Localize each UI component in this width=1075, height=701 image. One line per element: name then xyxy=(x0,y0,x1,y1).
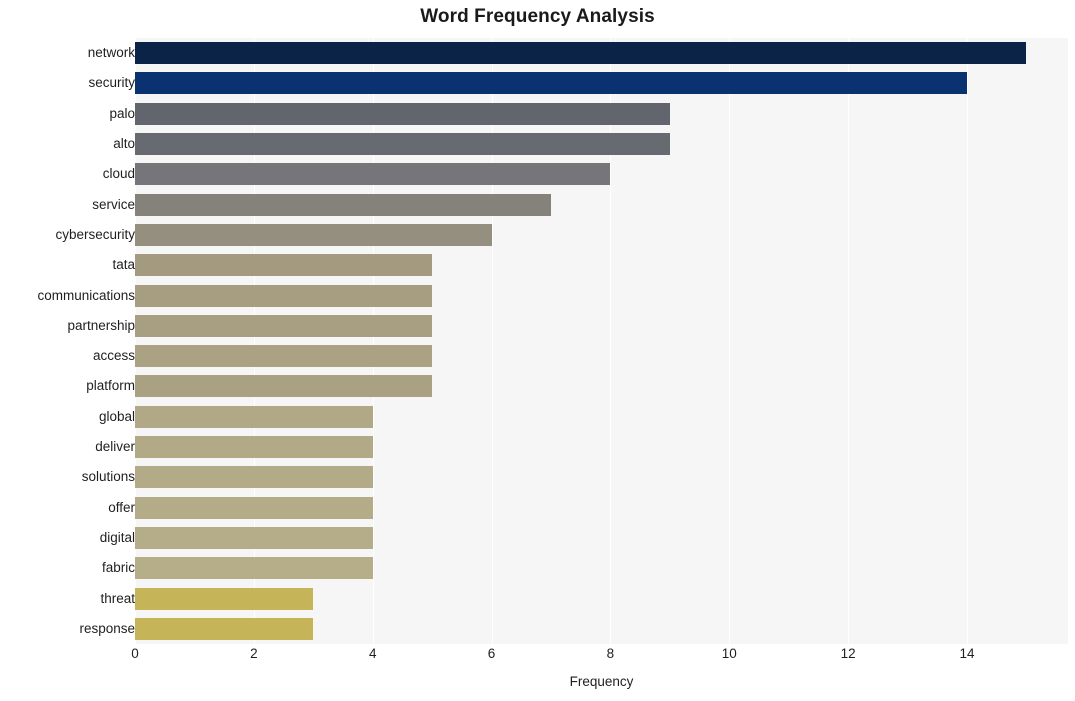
y-tick-label: platform xyxy=(86,378,135,394)
y-tick-label: threat xyxy=(100,590,135,606)
y-tick-label: partnership xyxy=(67,317,135,333)
bar xyxy=(135,526,373,549)
y-tick-label: communications xyxy=(37,287,135,303)
y-tick-label: alto xyxy=(113,136,135,152)
bar xyxy=(135,436,373,459)
y-tick-label: digital xyxy=(99,529,135,545)
x-tick-label: 4 xyxy=(368,646,377,661)
gridline-x-2 xyxy=(253,38,255,644)
bar xyxy=(135,133,670,156)
y-tick-label: fabric xyxy=(101,560,135,576)
y-tick-label: network xyxy=(87,45,135,61)
gridline-x-6 xyxy=(491,38,493,644)
y-tick-label: global xyxy=(98,408,135,424)
x-axis-tick-labels: 0 2 4 6 8 10 12 14 xyxy=(0,644,1075,670)
y-tick-label: deliver xyxy=(95,439,135,455)
y-axis-tick-labels: network security palo alto cloud service cyber… xyxy=(0,38,135,644)
chart-figure: Word Frequency Analysis network security p… xyxy=(0,0,1075,701)
y-tick-label: tata xyxy=(112,257,135,273)
x-axis-title: Frequency xyxy=(569,674,634,689)
gridline-x-8 xyxy=(610,38,612,644)
bar xyxy=(135,102,670,125)
gridline-x-4 xyxy=(372,38,374,644)
x-tick-label: 2 xyxy=(250,646,258,661)
bar xyxy=(135,345,433,368)
y-tick-label: access xyxy=(92,348,135,364)
y-tick-label: security xyxy=(88,75,135,91)
x-tick-label: 10 xyxy=(721,646,737,661)
bar xyxy=(135,72,967,95)
bar xyxy=(135,314,433,337)
bar xyxy=(135,254,433,277)
bar xyxy=(135,42,1027,65)
y-tick-label: solutions xyxy=(81,469,135,485)
bar xyxy=(135,193,551,216)
gridline-x-12 xyxy=(848,38,850,644)
bar xyxy=(135,163,611,186)
chart-title: Word Frequency Analysis xyxy=(420,6,655,27)
y-tick-label: response xyxy=(79,620,135,636)
bar xyxy=(135,223,492,246)
x-tick-label: 6 xyxy=(487,646,496,661)
y-tick-label: service xyxy=(92,196,135,212)
bar xyxy=(135,557,373,580)
gridline-x-0 xyxy=(135,38,136,644)
x-tick-label: 12 xyxy=(840,646,856,661)
bar xyxy=(135,405,373,428)
y-tick-label: palo xyxy=(109,105,135,121)
gridline-x-14 xyxy=(966,38,968,644)
bar xyxy=(135,466,373,489)
y-tick-label: offer xyxy=(108,499,135,515)
bar xyxy=(135,617,314,640)
bar xyxy=(135,284,433,307)
bar xyxy=(135,375,433,398)
bar xyxy=(135,496,373,519)
gridline-x-10 xyxy=(729,38,731,644)
x-tick-label: 0 xyxy=(131,646,139,661)
bar xyxy=(135,587,314,610)
plot-area xyxy=(135,38,1068,644)
y-tick-label: cloud xyxy=(102,166,135,182)
x-tick-label: 8 xyxy=(606,646,615,661)
x-tick-label: 14 xyxy=(959,646,975,661)
y-tick-label: cybersecurity xyxy=(55,226,135,242)
